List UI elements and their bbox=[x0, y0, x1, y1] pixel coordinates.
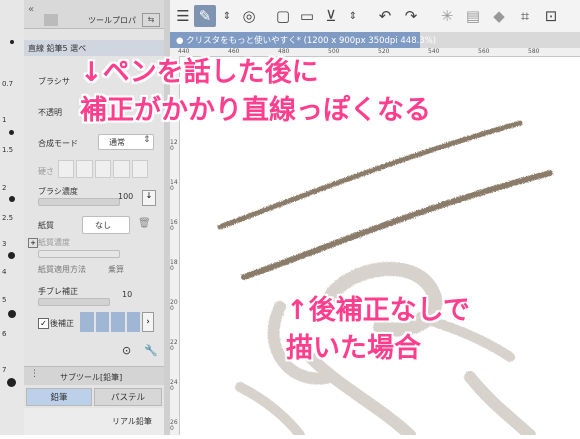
ruler-tick: 560 bbox=[478, 48, 490, 55]
layer-icon[interactable]: ▤ bbox=[462, 5, 484, 27]
ruler-tick: 120 bbox=[170, 139, 178, 152]
stabilization-slider[interactable] bbox=[38, 298, 110, 306]
chevron-right-icon[interactable]: › bbox=[142, 312, 154, 332]
top-toolbar: ☰ ✎ ⇕ ◎ ▢ ▭ ⊻ ⇕ ↶ ↷ ✳ ▤ ◆ ⌗ ⊡ bbox=[170, 0, 580, 33]
settings-icon[interactable]: ⊙ bbox=[122, 344, 131, 357]
dot-icon bbox=[8, 310, 16, 318]
size-label[interactable]: 4 bbox=[2, 268, 6, 276]
paper-density-label: 紙質濃度 bbox=[38, 238, 70, 247]
ruler-tick: 140 bbox=[170, 179, 178, 192]
grip-icon: ⋮ bbox=[30, 369, 39, 379]
size-label[interactable]: 3 bbox=[2, 240, 6, 248]
stabilization-label: 手ブレ補正 bbox=[38, 287, 78, 296]
pencil-tab-label: 鉛筆 bbox=[50, 393, 68, 403]
real-pencil-label: リアル鉛筆 bbox=[112, 417, 152, 426]
crop-icon[interactable]: ⊡ bbox=[540, 5, 562, 27]
tab-pencil[interactable]: 鉛筆 bbox=[26, 388, 92, 406]
brush-density-value: 100 bbox=[118, 192, 134, 201]
blend-mode-label: 合成モード bbox=[38, 139, 78, 148]
size-label[interactable]: 1 bbox=[2, 116, 6, 124]
sub-tool-title: サブツール[鉛筆] bbox=[60, 373, 123, 382]
ruler-tick: 220 bbox=[170, 339, 178, 352]
annotation-bottom-line1: ↑後補正なしで bbox=[286, 295, 470, 326]
size-label[interactable]: 1.5 bbox=[2, 146, 13, 154]
dot-icon bbox=[9, 196, 15, 202]
edit-brush-icon[interactable]: ✎ bbox=[194, 5, 216, 27]
dot-icon bbox=[9, 130, 14, 135]
open-folder-icon[interactable]: ▭ bbox=[296, 5, 318, 27]
post-correction-level[interactable] bbox=[80, 312, 140, 332]
tab-tool-property[interactable]: ツールプロパ bbox=[88, 15, 136, 26]
ruler-tick: 240 bbox=[170, 379, 178, 392]
dot-icon bbox=[8, 252, 15, 259]
hardness-label: 硬さ bbox=[38, 167, 54, 176]
opacity-label: 不透明 bbox=[38, 108, 62, 117]
ruler-tick: 200 bbox=[170, 299, 178, 312]
download-icon[interactable]: ↓ bbox=[142, 190, 156, 206]
paper-density-slider[interactable] bbox=[38, 250, 120, 258]
save-icon[interactable]: ⊻ bbox=[320, 5, 342, 27]
brush-density-slider[interactable] bbox=[38, 198, 120, 206]
annotation-top-line2: 補正がかかり直線っぽくなる bbox=[80, 95, 431, 126]
paper-method-label: 紙質適用方法 bbox=[38, 265, 86, 274]
dot-icon bbox=[10, 40, 14, 44]
brush-density-label: ブラシ濃度 bbox=[38, 187, 78, 196]
size-label[interactable]: 2 bbox=[2, 184, 6, 192]
export-icon[interactable]: ⇕ bbox=[342, 5, 364, 27]
paper-label: 紙質 bbox=[38, 221, 54, 230]
loading-icon[interactable]: ✳ bbox=[436, 5, 458, 27]
post-correction-label: 後補正 bbox=[50, 319, 74, 328]
ruler-tick: 540 bbox=[428, 48, 440, 55]
panel-menu-icon[interactable]: ⇆ bbox=[142, 13, 160, 27]
wrench-icon[interactable]: 🔧 bbox=[144, 344, 158, 357]
post-correction-checkbox[interactable]: ✓ bbox=[38, 318, 49, 329]
stabilization-value: 10 bbox=[122, 290, 133, 299]
spiral-icon[interactable]: ◎ bbox=[238, 5, 260, 27]
undo-icon[interactable]: ↶ bbox=[374, 5, 396, 27]
document-title: ● クリスタをもっと使いやすく* (1200 x 900px 350dpi 44… bbox=[176, 36, 437, 46]
menu-icon[interactable]: ☰ bbox=[172, 5, 194, 27]
tool-icon[interactable] bbox=[44, 14, 58, 26]
size-label[interactable]: 7 bbox=[2, 366, 6, 374]
pastel-tab-label: パステル bbox=[110, 393, 145, 403]
panel-title: 直線 鉛筆5 選ペ bbox=[28, 44, 87, 53]
ruler-tick: 520 bbox=[378, 48, 390, 55]
ruler-tick: 160 bbox=[170, 219, 178, 232]
paper-method-value[interactable]: 乗算 bbox=[108, 264, 124, 275]
ruler-tick: 500 bbox=[328, 48, 340, 55]
ruler-tick: 260 bbox=[170, 419, 178, 432]
pencil-strokes bbox=[217, 120, 553, 280]
transform-icon[interactable]: ⌗ bbox=[514, 5, 536, 27]
fill-icon[interactable]: ◆ bbox=[488, 5, 510, 27]
size-label[interactable]: 6 bbox=[2, 330, 6, 338]
new-canvas-icon[interactable]: ▢ bbox=[272, 5, 294, 27]
ruler-tick: 580 bbox=[528, 48, 540, 55]
paper-value: なし bbox=[95, 221, 111, 230]
size-label[interactable]: 0.7 bbox=[2, 80, 13, 88]
collapse-icon[interactable]: « bbox=[28, 4, 34, 15]
sub-tool-header: ⋮ サブツール[鉛筆] bbox=[24, 366, 164, 385]
ruler-tick: 180 bbox=[170, 259, 178, 272]
redo-icon[interactable]: ↷ bbox=[400, 5, 422, 27]
size-label[interactable]: 2.5 bbox=[2, 214, 13, 222]
expand-icon[interactable]: + bbox=[28, 238, 38, 248]
hardness-selector[interactable] bbox=[58, 160, 149, 178]
blend-mode-select[interactable]: 通常 ⇕ bbox=[98, 134, 154, 150]
tab-pastel[interactable]: パステル bbox=[94, 388, 162, 406]
panel-tab-bar: « ツールプロパ ⇆ bbox=[24, 0, 164, 29]
blend-mode-value: 通常 bbox=[109, 138, 125, 147]
annotation-bottom-line2: 描いた場合 bbox=[286, 333, 421, 364]
up-down-icon[interactable]: ⇕ bbox=[216, 5, 238, 27]
paper-select[interactable]: なし bbox=[82, 216, 130, 234]
list-item[interactable]: リアル鉛筆 bbox=[24, 408, 164, 435]
brush-size-label: ブラシサ bbox=[38, 77, 70, 86]
brush-size-strip: 0.7 1 1.5 2 2.5 3 4 5 6 7 bbox=[0, 0, 25, 435]
chevron-updown-icon: ⇕ bbox=[143, 135, 151, 145]
dot-icon bbox=[7, 378, 16, 387]
size-label[interactable]: 5 bbox=[2, 296, 6, 304]
trash-icon[interactable]: 🗑 bbox=[138, 218, 151, 229]
annotation-top-line1: ↓ペンを話した後に bbox=[80, 57, 319, 88]
